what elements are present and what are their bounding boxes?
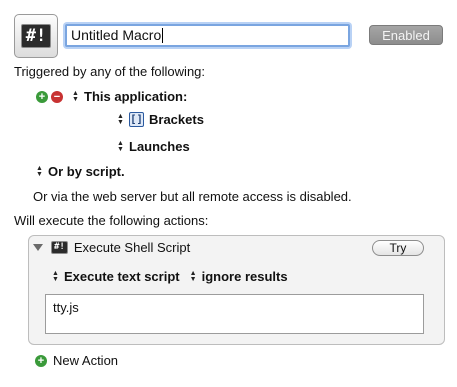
script-trigger-stepper-icon[interactable]: ▲ ▼ <box>36 165 44 178</box>
application-name[interactable]: Brackets <box>149 112 204 127</box>
mode-stepper-icon[interactable]: ▲ ▼ <box>52 270 60 283</box>
script-trigger-label[interactable]: Or by script. <box>48 164 125 179</box>
application-stepper-icon[interactable]: ▲ ▼ <box>117 113 125 126</box>
application-event-row: ▲ ▼ Launches <box>117 139 190 154</box>
macro-name-field[interactable]: Untitled Macro <box>65 24 350 47</box>
enabled-label: Enabled <box>382 27 430 43</box>
try-label: Try <box>389 241 407 255</box>
text-caret <box>162 28 164 43</box>
terminal-icon: #! <box>51 241 68 254</box>
application-trigger-label[interactable]: This application: <box>84 89 187 104</box>
action-mode-select[interactable]: Execute text script <box>64 269 180 284</box>
triggers-heading: Triggered by any of the following: <box>14 64 206 79</box>
event-stepper-icon[interactable]: ▲ ▼ <box>117 140 125 153</box>
new-action-row[interactable]: + New Action <box>35 353 118 368</box>
brackets-app-icon: [ ] <box>129 112 144 127</box>
application-trigger-row: + − ▲ ▼ This application: <box>36 89 187 104</box>
add-action-icon[interactable]: + <box>35 354 47 367</box>
try-button[interactable]: Try <box>372 240 424 256</box>
script-text: tty.js <box>53 300 79 315</box>
web-server-note: Or via the web server but all remote acc… <box>33 189 352 204</box>
terminal-icon: #! <box>20 24 52 48</box>
results-stepper-icon[interactable]: ▲ ▼ <box>190 270 198 283</box>
macro-name-value: Untitled Macro <box>71 27 162 43</box>
action-results-select[interactable]: ignore results <box>202 269 288 284</box>
enabled-button[interactable]: Enabled <box>369 25 443 45</box>
new-action-label[interactable]: New Action <box>53 353 118 368</box>
script-trigger-row: ▲ ▼ Or by script. <box>36 164 125 179</box>
application-select-row: ▲ ▼ [ ] Brackets <box>117 112 204 127</box>
actions-heading: Will execute the following actions: <box>14 213 209 228</box>
trigger-type-stepper-icon[interactable]: ▲ ▼ <box>72 90 80 103</box>
disclosure-triangle-icon[interactable] <box>33 244 43 251</box>
script-text-area[interactable]: tty.js <box>45 294 424 334</box>
action-header: #! Execute Shell Script <box>33 240 190 255</box>
application-event[interactable]: Launches <box>129 139 190 154</box>
macro-icon-well[interactable]: #! <box>14 14 58 58</box>
add-trigger-button[interactable]: + <box>36 90 48 103</box>
remove-trigger-button[interactable]: − <box>51 90 63 103</box>
action-options-row: ▲ ▼ Execute text script ▲ ▼ ignore results <box>52 269 288 284</box>
action-title: Execute Shell Script <box>73 240 191 255</box>
